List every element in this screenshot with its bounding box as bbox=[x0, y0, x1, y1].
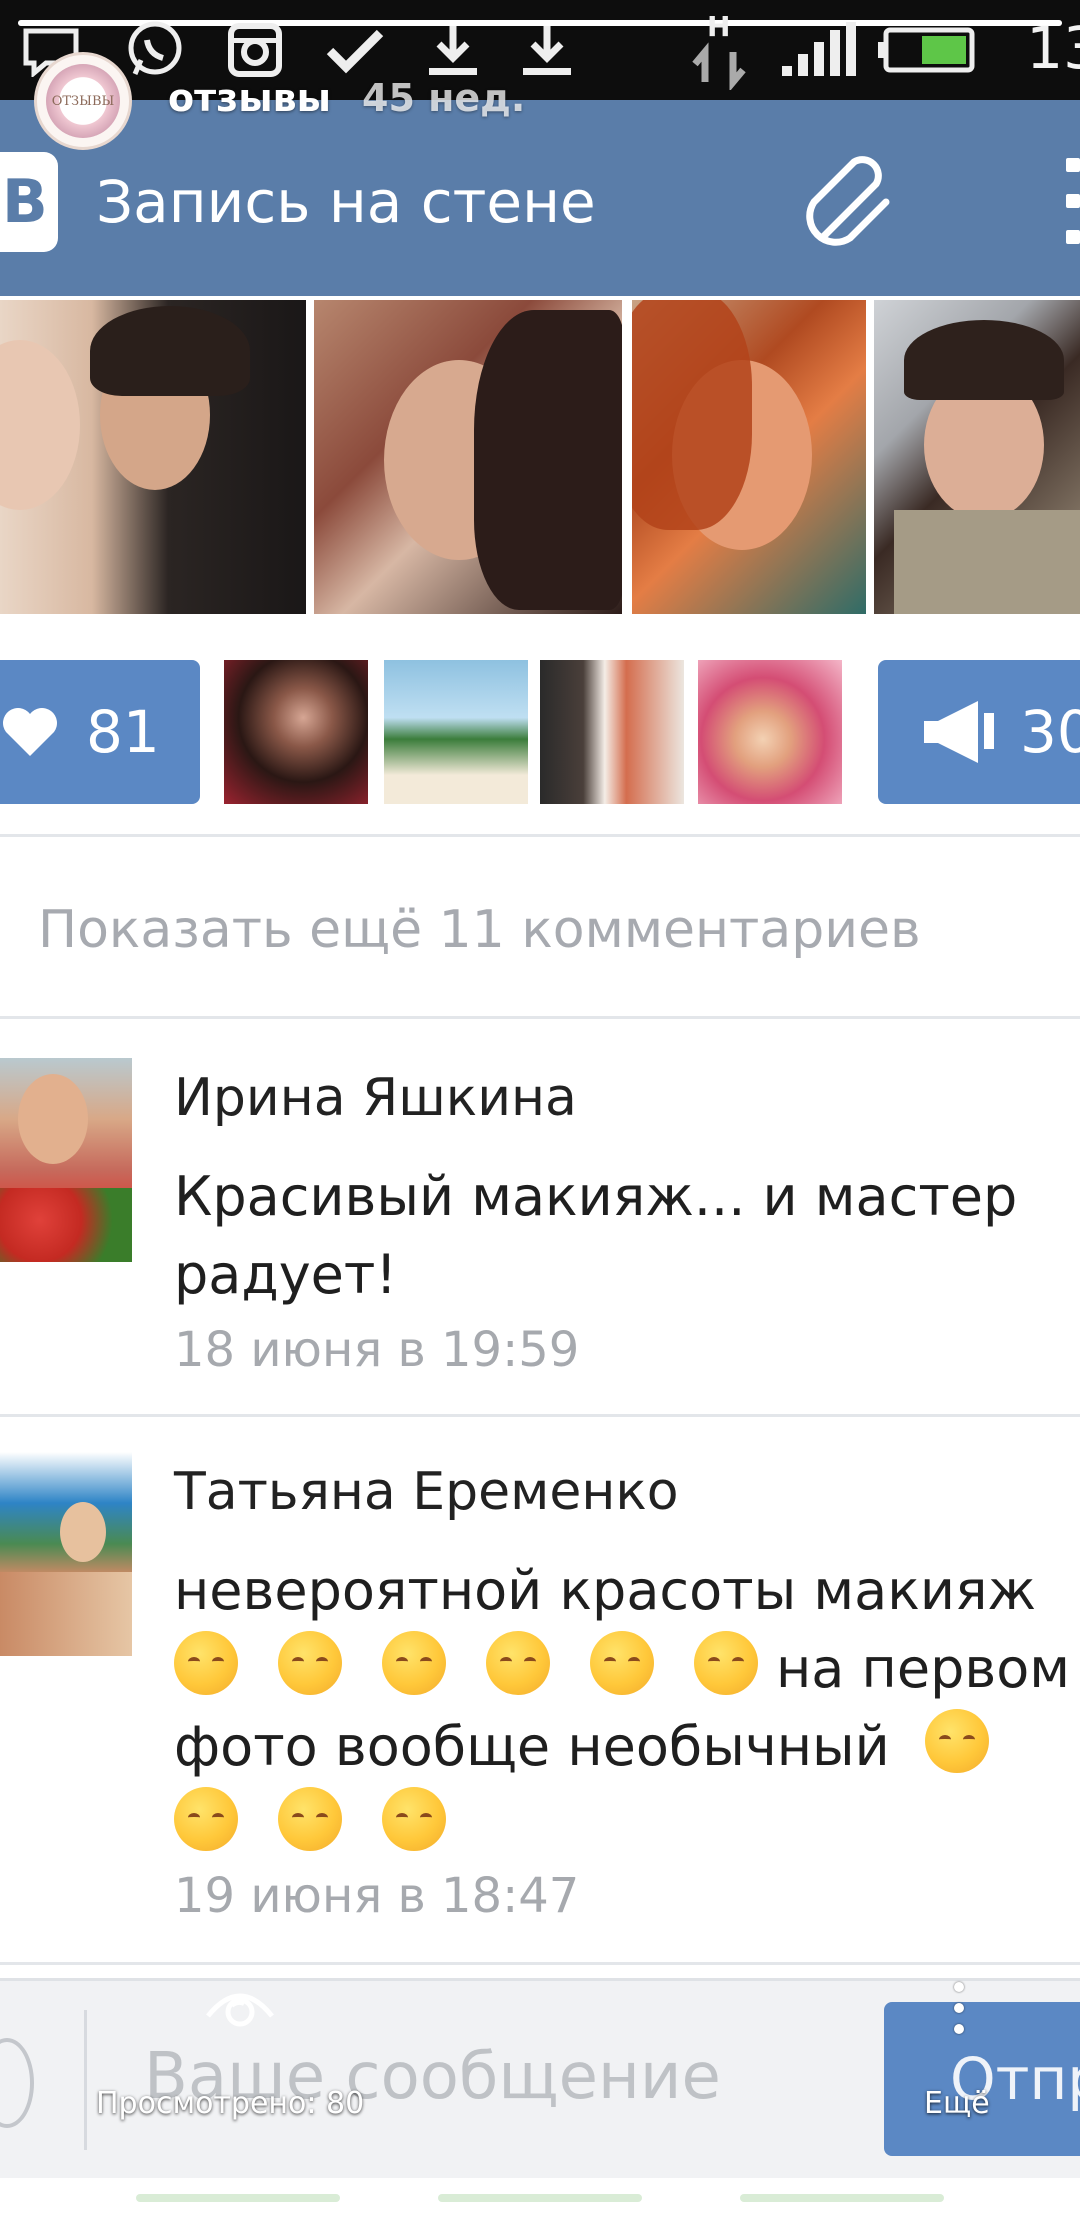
post-photo-2[interactable] bbox=[314, 300, 622, 614]
whatsapp-icon bbox=[120, 18, 190, 82]
emoji-icon bbox=[590, 1631, 654, 1695]
comment-author[interactable]: Ирина Яшкина bbox=[174, 1068, 577, 1128]
eye-icon[interactable] bbox=[204, 1976, 276, 2036]
clock: 13 bbox=[1026, 14, 1080, 82]
comment-text-line: фото вообще необычный bbox=[174, 1708, 1080, 1786]
comment-avatar[interactable] bbox=[0, 1452, 132, 1656]
comment-author[interactable]: Татьяна Еременко bbox=[174, 1462, 679, 1522]
emoji-icon bbox=[278, 1787, 342, 1851]
comment-text-fragment: фото вообще необычный bbox=[174, 1715, 890, 1778]
svg-text:H: H bbox=[707, 10, 730, 43]
divider bbox=[0, 1962, 1080, 1965]
more-label[interactable]: Ещё bbox=[924, 2086, 990, 2121]
more-options-icon[interactable] bbox=[952, 1982, 966, 2034]
check-icon bbox=[320, 18, 390, 82]
like-count: 81 bbox=[86, 698, 160, 766]
emoji-icon bbox=[174, 1631, 238, 1695]
post-photo-3[interactable] bbox=[632, 300, 866, 614]
divider bbox=[0, 834, 1080, 837]
like-button[interactable]: 81 bbox=[0, 660, 200, 804]
avatar-text: ОТЗЫВЫ bbox=[51, 93, 115, 109]
emoji-icon bbox=[382, 1631, 446, 1695]
show-more-comments-link[interactable]: Показать ещё 11 комментариев bbox=[38, 900, 921, 960]
status-bar: H 13 bbox=[0, 0, 1080, 100]
paperclip-icon[interactable] bbox=[790, 140, 910, 260]
attachment-thumbnail-2[interactable] bbox=[384, 660, 528, 804]
comment-text-line bbox=[174, 1786, 1080, 1864]
comment-text-line: невероятной красоты макияж bbox=[174, 1559, 1037, 1622]
signal-icon bbox=[776, 18, 866, 82]
battery-icon bbox=[876, 18, 976, 82]
emoji-icon bbox=[278, 1631, 342, 1695]
comment-text-line: Красивый макияж... и мастер bbox=[174, 1165, 1018, 1228]
heart-icon bbox=[3, 708, 57, 756]
attachment-thumbnail-3[interactable] bbox=[540, 660, 684, 804]
menu-icon[interactable] bbox=[1066, 158, 1080, 244]
instagram-icon bbox=[220, 18, 290, 82]
story-avatar[interactable]: ОТЗЫВЫ bbox=[34, 52, 132, 150]
input-separator bbox=[84, 2010, 87, 2150]
divider bbox=[0, 1414, 1080, 1417]
story-username[interactable]: отзывы bbox=[168, 76, 331, 120]
comment-text-fragment: на первом bbox=[776, 1637, 1070, 1700]
attachment-thumbnail-1[interactable] bbox=[224, 660, 368, 804]
attachment-thumbnail-4[interactable] bbox=[698, 660, 842, 804]
emoji-icon bbox=[174, 1787, 238, 1851]
comment-date: 19 июня в 18:47 bbox=[174, 1868, 580, 1924]
story-age: 45 нед. bbox=[362, 76, 526, 120]
share-button[interactable]: 30 bbox=[878, 660, 1080, 804]
comment-avatar[interactable] bbox=[0, 1058, 132, 1262]
emoji-icon bbox=[382, 1787, 446, 1851]
comment-date: 18 июня в 19:59 bbox=[174, 1322, 580, 1378]
emoji-icon bbox=[694, 1631, 758, 1695]
download-icon bbox=[512, 18, 582, 82]
divider bbox=[0, 1016, 1080, 1019]
megaphone-icon bbox=[924, 701, 994, 763]
share-count: 30 bbox=[1020, 698, 1080, 766]
nav-indicator bbox=[438, 2194, 642, 2202]
page-title: Запись на стене bbox=[96, 168, 596, 236]
post-photo-1[interactable] bbox=[0, 300, 306, 614]
data-transfer-icon: H bbox=[684, 10, 754, 90]
comment-text-line: на первом bbox=[174, 1630, 1080, 1708]
nav-indicator bbox=[136, 2194, 340, 2202]
download-icon bbox=[418, 18, 488, 82]
vk-logo[interactable]: В bbox=[0, 152, 58, 252]
emoji-icon bbox=[486, 1631, 550, 1695]
nav-indicator bbox=[740, 2194, 944, 2202]
comment-text-line: радует! bbox=[174, 1243, 397, 1306]
views-count[interactable]: Просмотрено: 80 bbox=[96, 2086, 364, 2121]
send-button[interactable]: Отпр bbox=[884, 2002, 1080, 2156]
post-photo-4[interactable] bbox=[874, 300, 1080, 614]
story-screen: { "status_bar": { "time": "13", "icons":… bbox=[0, 0, 1080, 2220]
emoji-icon bbox=[924, 1709, 989, 1773]
